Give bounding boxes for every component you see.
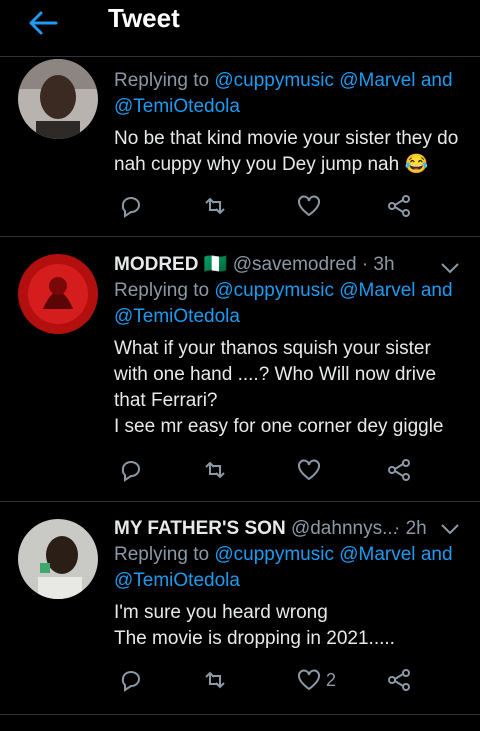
tweet-text: I'm sure you heard wrong The movie is dr… bbox=[114, 600, 460, 652]
share-icon bbox=[388, 669, 410, 691]
page-title: Tweet bbox=[108, 3, 180, 33]
share-icon bbox=[388, 459, 410, 481]
tweet-text: What if your thanos squish your sister w… bbox=[114, 336, 460, 440]
reply-button[interactable] bbox=[118, 666, 144, 694]
retweet-button[interactable] bbox=[202, 666, 228, 694]
heart-icon bbox=[298, 459, 320, 481]
replying-label: Replying to bbox=[114, 544, 210, 565]
top-bar: Tweet bbox=[0, 0, 480, 57]
like-button[interactable]: 2 bbox=[296, 666, 336, 694]
and-word: and bbox=[420, 70, 453, 91]
arrow-left-icon[interactable] bbox=[26, 6, 60, 40]
retweet-icon bbox=[205, 461, 225, 479]
user-name[interactable]: MODRED bbox=[114, 254, 198, 275]
user-handle[interactable]: @dahnnys... bbox=[291, 518, 398, 539]
mention-link[interactable]: @TemiOtedola bbox=[114, 96, 240, 117]
mention-link[interactable]: @Marvel bbox=[339, 70, 415, 91]
heart-icon bbox=[298, 669, 320, 691]
share-button[interactable] bbox=[386, 666, 412, 694]
tweet-actions: 2 bbox=[114, 666, 414, 696]
user-handle[interactable]: @savemodred bbox=[233, 254, 357, 275]
tweet-text-line: I'm sure you heard wrong bbox=[114, 602, 328, 623]
retweet-icon bbox=[205, 671, 225, 689]
replying-label: Replying to bbox=[114, 70, 210, 91]
tweet-content: MODRED 🇳🇬 @savemodred · 3h Replying to @… bbox=[114, 252, 460, 440]
reply-button[interactable] bbox=[118, 192, 144, 220]
share-icon bbox=[388, 195, 410, 217]
tweet-time: · 2h bbox=[394, 518, 427, 539]
mention-link[interactable]: @Marvel bbox=[339, 544, 415, 565]
tweet-text: No be that kind movie your sister they d… bbox=[114, 126, 460, 178]
chevron-down-icon[interactable] bbox=[440, 261, 460, 275]
tweet-text-line: that Ferrari? bbox=[114, 390, 218, 411]
heart-icon bbox=[298, 195, 320, 217]
avatar[interactable] bbox=[18, 59, 98, 139]
share-button[interactable] bbox=[386, 456, 412, 484]
mention-link[interactable]: @TemiOtedola bbox=[114, 570, 240, 591]
avatar[interactable] bbox=[18, 254, 98, 334]
tweet-text-line: with one hand ....? Who Will now drive bbox=[114, 364, 437, 385]
mention-link[interactable]: @cuppymusic bbox=[214, 70, 334, 91]
retweet-button[interactable] bbox=[202, 192, 228, 220]
tweet-text-line: I see mr easy for one corner dey giggle bbox=[114, 416, 444, 437]
tweet-text-line: What if your thanos squish your sister bbox=[114, 338, 431, 359]
tweet-time: · 3h bbox=[361, 254, 395, 275]
like-count: 2 bbox=[326, 669, 337, 690]
reply-icon bbox=[121, 671, 140, 692]
tweet-item[interactable]: Replying to @cuppymusic @Marvel and @Tem… bbox=[0, 56, 480, 237]
tweet-actions bbox=[114, 456, 414, 486]
tweet-item[interactable]: MY FATHER'S SON @dahnnys... · 2h Replyin… bbox=[0, 502, 480, 715]
avatar[interactable] bbox=[18, 519, 98, 599]
like-button[interactable] bbox=[296, 456, 322, 484]
and-word: and bbox=[420, 280, 453, 301]
reply-icon bbox=[121, 197, 140, 218]
user-name[interactable]: MY FATHER'S SON bbox=[114, 518, 286, 539]
retweet-button[interactable] bbox=[202, 456, 228, 484]
tweet-content: Replying to @cuppymusic @Marvel and @Tem… bbox=[114, 68, 460, 178]
reply-icon bbox=[121, 461, 140, 482]
tweet-text-line: nah cuppy why you Dey jump nah 😂 bbox=[114, 154, 429, 175]
mention-link[interactable]: @cuppymusic bbox=[214, 544, 334, 565]
tweet-text-line: No be that kind movie your sister they d… bbox=[114, 128, 459, 149]
reply-button[interactable] bbox=[118, 456, 144, 484]
tweet-item[interactable]: MODRED 🇳🇬 @savemodred · 3h Replying to @… bbox=[0, 237, 480, 502]
replying-label: Replying to bbox=[114, 280, 210, 301]
tweet-actions bbox=[114, 192, 414, 222]
mention-link[interactable]: @TemiOtedola bbox=[114, 306, 240, 327]
mention-link[interactable]: @Marvel bbox=[339, 280, 415, 301]
and-word: and bbox=[420, 544, 453, 565]
mention-link[interactable]: @cuppymusic bbox=[214, 280, 334, 301]
retweet-icon bbox=[205, 197, 225, 215]
tweet-text-line: The movie is dropping in 2021..... bbox=[114, 628, 395, 649]
flag-emoji: 🇳🇬 bbox=[203, 254, 228, 275]
tweet-content: MY FATHER'S SON @dahnnys... · 2h Replyin… bbox=[114, 516, 460, 652]
share-button[interactable] bbox=[386, 192, 412, 220]
like-button[interactable] bbox=[296, 192, 322, 220]
chevron-down-icon[interactable] bbox=[440, 522, 460, 536]
